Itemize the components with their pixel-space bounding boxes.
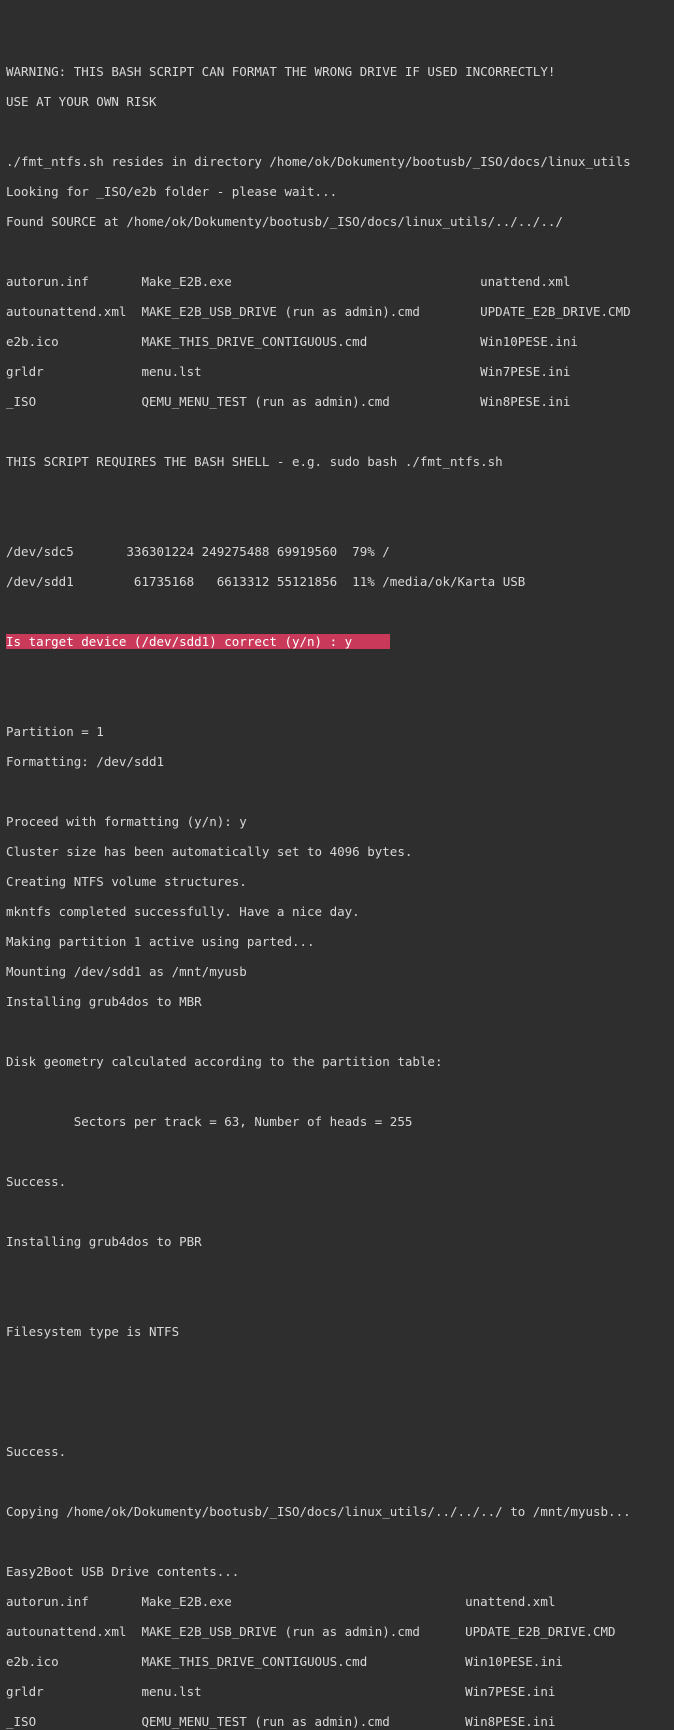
terminal-line: Sectors per track = 63, Number of heads … (6, 1114, 412, 1129)
terminal-line: autounattend.xml MAKE_E2B_USB_DRIVE (run… (6, 304, 631, 319)
terminal-line: Creating NTFS volume structures. (6, 874, 247, 889)
terminal-line: Installing grub4dos to MBR (6, 994, 202, 1009)
terminal-line: USE AT YOUR OWN RISK (6, 94, 157, 109)
terminal-line: Found SOURCE at /home/ok/Dokumenty/bootu… (6, 214, 563, 229)
terminal-line: Partition = 1 (6, 724, 104, 739)
terminal-line: Looking for _ISO/e2b folder - please wai… (6, 184, 337, 199)
terminal-line: e2b.ico MAKE_THIS_DRIVE_CONTIGUOUS.cmd W… (6, 334, 578, 349)
terminal-line: Filesystem type is NTFS (6, 1324, 179, 1339)
terminal-line: /dev/sdc5 336301224 249275488 69919560 7… (6, 544, 390, 559)
terminal-line: Success. (6, 1444, 66, 1459)
terminal-line: grldr menu.lst Win7PESE.ini (6, 364, 570, 379)
terminal-line: _ISO QEMU_MENU_TEST (run as admin).cmd W… (6, 1714, 555, 1729)
terminal-line: autorun.inf Make_E2B.exe unattend.xml (6, 1594, 555, 1609)
terminal-line: grldr menu.lst Win7PESE.ini (6, 1684, 555, 1699)
terminal-line: autorun.inf Make_E2B.exe unattend.xml (6, 274, 570, 289)
terminal-line: Easy2Boot USB Drive contents... (6, 1564, 239, 1579)
confirm-prompt[interactable]: Is target device (/dev/sdd1) correct (y/… (6, 634, 390, 649)
terminal-line: _ISO QEMU_MENU_TEST (run as admin).cmd W… (6, 394, 570, 409)
terminal-line: Disk geometry calculated according to th… (6, 1054, 443, 1069)
terminal-line: Installing grub4dos to PBR (6, 1234, 202, 1249)
terminal-line: autounattend.xml MAKE_E2B_USB_DRIVE (run… (6, 1624, 616, 1639)
terminal-line: Cluster size has been automatically set … (6, 844, 412, 859)
terminal-line: e2b.ico MAKE_THIS_DRIVE_CONTIGUOUS.cmd W… (6, 1654, 563, 1669)
terminal-line: mkntfs completed successfully. Have a ni… (6, 904, 360, 919)
terminal-line: WARNING: THIS BASH SCRIPT CAN FORMAT THE… (6, 64, 555, 79)
terminal-line: Success. (6, 1174, 66, 1189)
terminal-line: ./fmt_ntfs.sh resides in directory /home… (6, 154, 631, 169)
terminal-line: Making partition 1 active using parted..… (6, 934, 315, 949)
terminal-line: Mounting /dev/sdd1 as /mnt/myusb (6, 964, 247, 979)
terminal-line: Proceed with formatting (y/n): y (6, 814, 247, 829)
terminal-line: /dev/sdd1 61735168 6613312 55121856 11% … (6, 574, 525, 589)
terminal-line: Copying /home/ok/Dokumenty/bootusb/_ISO/… (6, 1504, 631, 1519)
terminal-line: Formatting: /dev/sdd1 (6, 754, 164, 769)
terminal-line: THIS SCRIPT REQUIRES THE BASH SHELL - e.… (6, 454, 503, 469)
